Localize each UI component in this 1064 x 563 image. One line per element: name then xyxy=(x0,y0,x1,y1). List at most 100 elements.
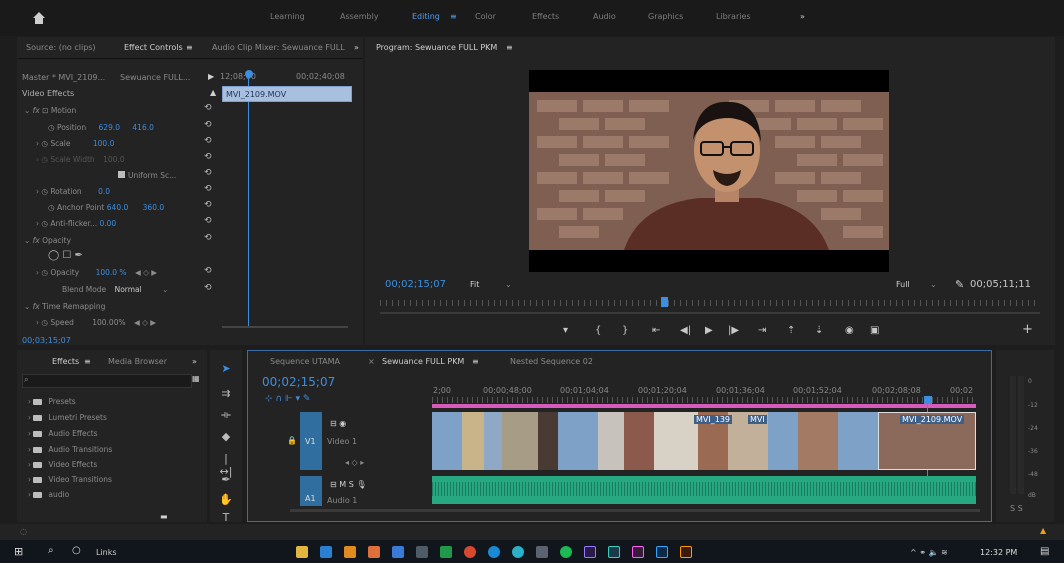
video-clip[interactable] xyxy=(432,412,462,470)
slip-tool-icon[interactable]: |↔| xyxy=(218,452,234,478)
folder-audio-transitions[interactable]: › Audio Transitions xyxy=(28,445,112,454)
folder-presets[interactable]: › Presets xyxy=(28,397,76,406)
taskbar-clock[interactable]: 12:32 PM xyxy=(980,548,1017,557)
selection-tool-icon[interactable]: ➤ xyxy=(218,362,234,376)
ec-zoom-slider[interactable] xyxy=(222,326,348,328)
new-bin-icon[interactable]: ▦ xyxy=(192,374,200,383)
fit-dropdown[interactable]: Fit xyxy=(470,280,479,289)
video-clip[interactable] xyxy=(838,412,878,470)
timeline-scroll-bar[interactable] xyxy=(290,509,980,512)
audition-icon[interactable] xyxy=(608,546,620,558)
effect-motion[interactable]: ⌄ fx ⊡ Motion xyxy=(24,106,76,115)
fit-chevron-icon[interactable]: ⌄ xyxy=(505,280,512,289)
app-icon[interactable] xyxy=(512,546,524,558)
warning-icon[interactable]: ▲ xyxy=(1040,526,1046,535)
cortana-icon[interactable]: ○ xyxy=(72,545,81,556)
taskbar-search-text[interactable]: Links xyxy=(96,548,117,557)
home-icon[interactable] xyxy=(32,11,46,25)
camera-icon[interactable]: ◉ xyxy=(845,325,854,336)
audio-track-controls[interactable]: ⊟ M S 🎙 xyxy=(330,480,366,489)
effects-menu-icon[interactable]: ≡ xyxy=(84,357,91,366)
reset-icon[interactable]: ⟲ xyxy=(204,120,214,130)
app-icon[interactable] xyxy=(416,546,428,558)
effect-anchor-point[interactable]: ◷ Anchor Point 640.0 360.0 xyxy=(48,203,164,212)
illustrator-icon[interactable] xyxy=(680,546,692,558)
panel-overflow-icon[interactable]: » xyxy=(354,43,359,52)
video-clip[interactable] xyxy=(484,412,502,470)
ec-playhead[interactable] xyxy=(245,70,253,78)
windows-start-icon[interactable]: ⊞ xyxy=(14,545,23,558)
reset-icon[interactable]: ⟲ xyxy=(204,216,214,226)
workspace-effects[interactable]: Effects xyxy=(532,12,559,21)
folder-audio[interactable]: › audio xyxy=(28,490,69,499)
type-tool-icon[interactable]: T xyxy=(218,511,234,525)
reset-icon[interactable]: ⟲ xyxy=(204,283,214,293)
effects-overflow-icon[interactable]: » xyxy=(192,357,197,366)
step-back-icon[interactable]: ◀| xyxy=(680,325,691,336)
workspace-graphics[interactable]: Graphics xyxy=(648,12,683,21)
app-icon[interactable] xyxy=(392,546,404,558)
reset-icon[interactable]: ⟲ xyxy=(204,184,214,194)
folder-lumetri-presets[interactable]: › Lumetri Presets xyxy=(28,413,107,422)
program-playhead[interactable] xyxy=(661,297,668,307)
razor-tool-icon[interactable]: ◆ xyxy=(218,430,234,444)
app-icon[interactable] xyxy=(440,546,452,558)
search-icon[interactable]: ⌕ xyxy=(48,545,54,556)
effect-time-remapping[interactable]: ⌄ fx Time Remapping xyxy=(24,302,105,311)
track-select-icon[interactable]: ⇉ xyxy=(218,387,234,401)
panel-menu-icon[interactable]: ≡ xyxy=(186,43,193,52)
video-clip[interactable] xyxy=(538,412,558,470)
mask-tools[interactable]: ◯ ☐ ✒ xyxy=(48,250,83,261)
effect-scale[interactable]: › ◷ Scale 100.0 xyxy=(36,139,114,148)
reset-icon[interactable]: ⟲ xyxy=(204,200,214,210)
reset-icon[interactable]: ⟲ xyxy=(204,136,214,146)
scroll-up-icon[interactable]: ▲ xyxy=(210,88,216,97)
new-custom-bin-icon[interactable]: ▬ xyxy=(160,512,168,521)
audio-clip[interactable] xyxy=(432,476,976,504)
tab-media-browser[interactable]: Media Browser xyxy=(108,357,167,366)
video-clip[interactable] xyxy=(502,412,538,470)
wrench-icon[interactable]: ✎ xyxy=(955,278,964,291)
add-button-icon[interactable]: + xyxy=(1022,322,1033,337)
video-clip[interactable] xyxy=(768,412,798,470)
play-icon[interactable]: ▶ xyxy=(208,72,214,81)
app-icon[interactable] xyxy=(536,546,548,558)
program-zoom-bar[interactable] xyxy=(380,312,1040,314)
folder-video-effects[interactable]: › Video Effects xyxy=(28,460,97,469)
workspace-assembly[interactable]: Assembly xyxy=(340,12,379,21)
tab-sequence-utama[interactable]: Sequence UTAMA xyxy=(270,357,340,366)
timeline-playhead[interactable] xyxy=(924,396,932,404)
app-icon[interactable] xyxy=(368,546,380,558)
tab-nested-sequence[interactable]: Nested Sequence 02 xyxy=(510,357,593,366)
tray-icons[interactable]: ^ ⚭ 🔈 ≋ xyxy=(910,548,948,557)
video-clip[interactable] xyxy=(798,412,838,470)
step-forward-icon[interactable]: |▶ xyxy=(728,325,739,336)
keyframe-nav-icon[interactable]: ◂ ◇ ▸ xyxy=(345,458,364,467)
workspace-menu-icon[interactable]: ≡ xyxy=(450,12,457,21)
play-button[interactable]: ▶ xyxy=(705,325,713,336)
effect-anti-flicker[interactable]: › ◷ Anti-flicker... 0.00 xyxy=(36,219,116,228)
video-frame[interactable] xyxy=(529,70,889,272)
timeline-menu-icon[interactable]: ≡ xyxy=(472,357,479,366)
folder-audio-effects[interactable]: › Audio Effects xyxy=(28,429,98,438)
pen-tool-icon[interactable]: ✒ xyxy=(218,473,234,487)
extract-icon[interactable]: ⇣ xyxy=(815,325,823,336)
effect-opacity-value[interactable]: › ◷ Opacity 100.0 % ◀ ◇ ▶ xyxy=(36,268,157,277)
track-output-icon[interactable]: ⊟ ◉ xyxy=(330,419,346,428)
mark-in-icon[interactable]: { xyxy=(595,325,601,336)
video-clip[interactable] xyxy=(624,412,654,470)
xd-icon[interactable] xyxy=(632,546,644,558)
tab-effects[interactable]: Effects xyxy=(52,357,79,366)
workspace-overflow-icon[interactable]: » xyxy=(800,12,805,21)
timeline-timecode[interactable]: 00;02;15;07 xyxy=(262,375,335,389)
lock-icon[interactable]: 🔒 xyxy=(287,436,297,445)
reset-icon[interactable]: ⟲ xyxy=(204,152,214,162)
effect-blend-mode[interactable]: Blend Mode Normal ⌄ xyxy=(62,285,168,294)
go-to-out-icon[interactable]: ⇥ xyxy=(758,325,766,336)
program-menu-icon[interactable]: ≡ xyxy=(506,43,513,52)
reset-icon[interactable]: ⟲ xyxy=(204,266,214,276)
uniform-scale-checkbox[interactable]: Uniform Sc... xyxy=(118,171,176,180)
reset-icon[interactable]: ⟲ xyxy=(204,233,214,243)
tab-close-icon[interactable]: × xyxy=(368,357,375,366)
effect-speed[interactable]: › ◷ Speed 100.00% ◀ ◇ ▶ xyxy=(36,318,156,327)
